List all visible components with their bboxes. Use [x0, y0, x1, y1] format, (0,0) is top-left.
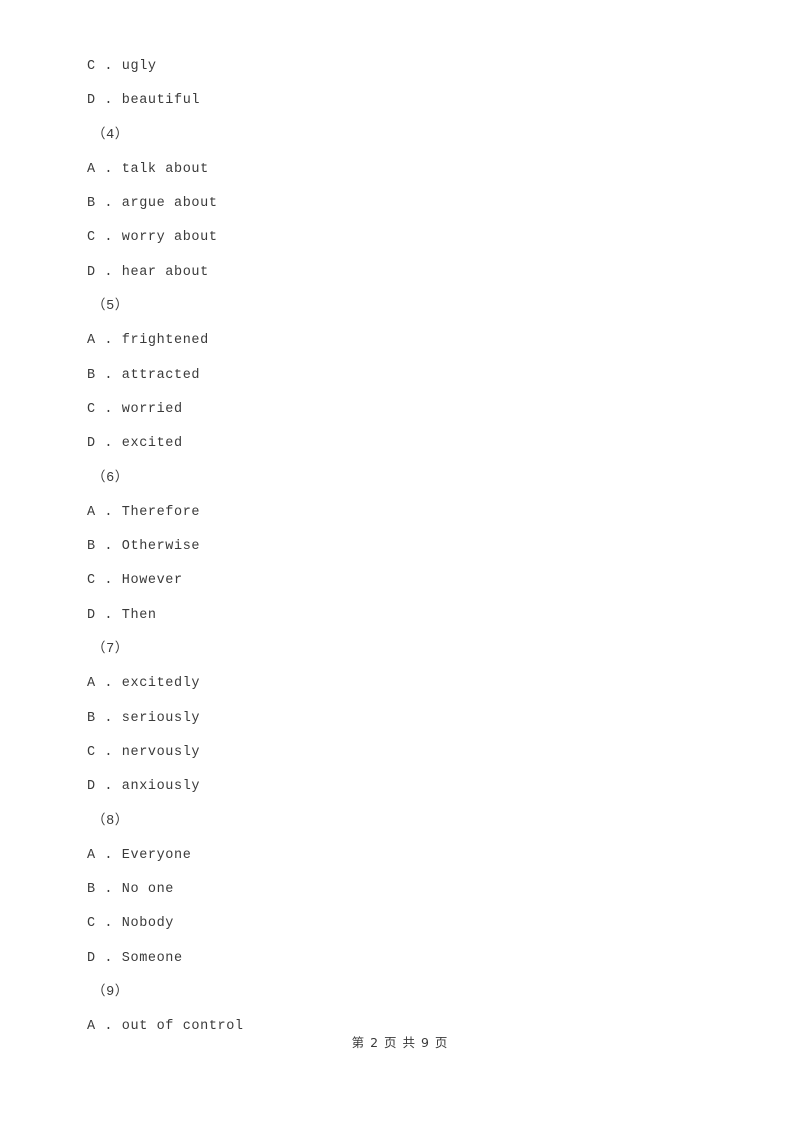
answer-option: D . anxiously [87, 779, 201, 795]
answer-option: B . seriously [87, 710, 201, 726]
answer-option: B . Otherwise [87, 539, 201, 555]
answer-option: C . worried [87, 401, 183, 417]
page-footer: 第 2 页 共 9 页 [351, 1035, 449, 1050]
answer-option: A . excitedly [87, 676, 201, 692]
answer-option: C . Nobody [87, 916, 175, 932]
answer-option: D . beautiful [87, 93, 201, 109]
question-number: （5） [92, 299, 129, 315]
answer-option: D . excited [87, 436, 183, 452]
answer-option: C . worry about [87, 230, 218, 246]
answer-option: D . Someone [87, 950, 183, 966]
question-number: （6） [92, 470, 129, 486]
question-number: （7） [92, 642, 129, 658]
question-number: （8） [92, 813, 129, 829]
answer-option: C . However [87, 573, 183, 589]
answer-option: A . Everyone [87, 847, 192, 863]
question-options-list: C . ugly D . beautiful （4） A . talk about B … [87, 50, 707, 1045]
answer-option: B . attracted [87, 367, 201, 383]
answer-option: C . ugly [87, 59, 157, 74]
answer-option: D . Then [87, 607, 157, 623]
answer-option: B . No one [87, 882, 175, 898]
question-number: （9） [92, 985, 129, 1001]
answer-option: B . argue about [87, 196, 218, 212]
answer-option: A . talk about [87, 161, 209, 177]
answer-option: A . Therefore [87, 504, 201, 520]
document-page: C . ugly D . beautiful （4） A . talk about B … [0, 0, 800, 1132]
answer-option: A . frightened [87, 333, 209, 349]
question-number: （4） [92, 127, 129, 143]
answer-option: D . hear about [87, 264, 209, 280]
answer-option: C . nervously [87, 744, 201, 760]
